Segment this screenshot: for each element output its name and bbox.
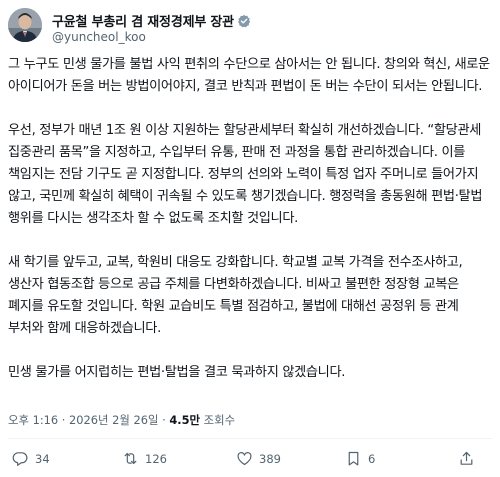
meta-separator: · [58, 413, 70, 427]
handle[interactable]: @yuncheol_koo [52, 30, 146, 44]
share-icon [460, 451, 473, 465]
reply-icon [12, 452, 28, 466]
reply-count: 34 [35, 451, 50, 466]
bookmark-icon [348, 451, 359, 466]
divider [8, 438, 492, 439]
bookmark-count: 6 [368, 451, 376, 466]
post-header: 구윤철 부총리 겸 재정경제부 장관 @yuncheol_koo [8, 8, 492, 48]
like-count: 389 [259, 451, 281, 466]
reply-button[interactable]: 34 [12, 450, 50, 467]
avatar-image [8, 8, 42, 42]
like-button[interactable]: 389 [236, 450, 281, 467]
meta-separator: · [158, 413, 170, 427]
post-paragraph: 새 학기를 앞두고, 교복, 학원비 대응도 강화합니다. 학교별 교복 가격을… [8, 255, 463, 336]
share-button[interactable] [458, 450, 475, 467]
verified-badge-icon [237, 13, 251, 28]
post-time[interactable]: 오후 1:16 [8, 413, 58, 427]
post: 구윤철 부총리 겸 재정경제부 장관 @yuncheol_koo 그 누구도 민… [0, 0, 500, 477]
post-paragraph: 민생 물가를 어지럽히는 편법·탈법을 결코 묵과하지 않겠습니다. [8, 365, 346, 380]
post-meta: 오후 1:16 · 2026년 2월 26일 · 4.5만 조회수 [8, 412, 235, 428]
name-row: 구윤철 부총리 겸 재정경제부 장관 [52, 11, 251, 30]
post-paragraph: 우선, 정부가 매년 1조 원 이상 지원하는 할당관세부터 확실히 개선하겠습… [8, 123, 483, 226]
action-bar: 34 126 389 6 [0, 446, 500, 474]
post-body: 그 누구도 민생 물가를 불법 사익 편취의 수단으로 삼아서는 안 됩니다. … [8, 54, 494, 384]
repost-icon [124, 452, 137, 465]
bookmark-button[interactable]: 6 [345, 450, 375, 467]
repost-count: 126 [145, 451, 167, 466]
avatar[interactable] [8, 8, 42, 42]
post-paragraph: 그 누구도 민생 물가를 불법 사익 편취의 수단으로 삼아서는 안 됩니다. … [8, 57, 490, 94]
post-date[interactable]: 2026년 2월 26일 [69, 413, 158, 427]
views-label: 조회수 [200, 413, 236, 427]
display-name[interactable]: 구윤철 부총리 겸 재정경제부 장관 [52, 11, 234, 30]
views-count[interactable]: 4.5만 [169, 413, 200, 427]
heart-icon [237, 452, 252, 466]
repost-button[interactable]: 126 [122, 450, 167, 467]
